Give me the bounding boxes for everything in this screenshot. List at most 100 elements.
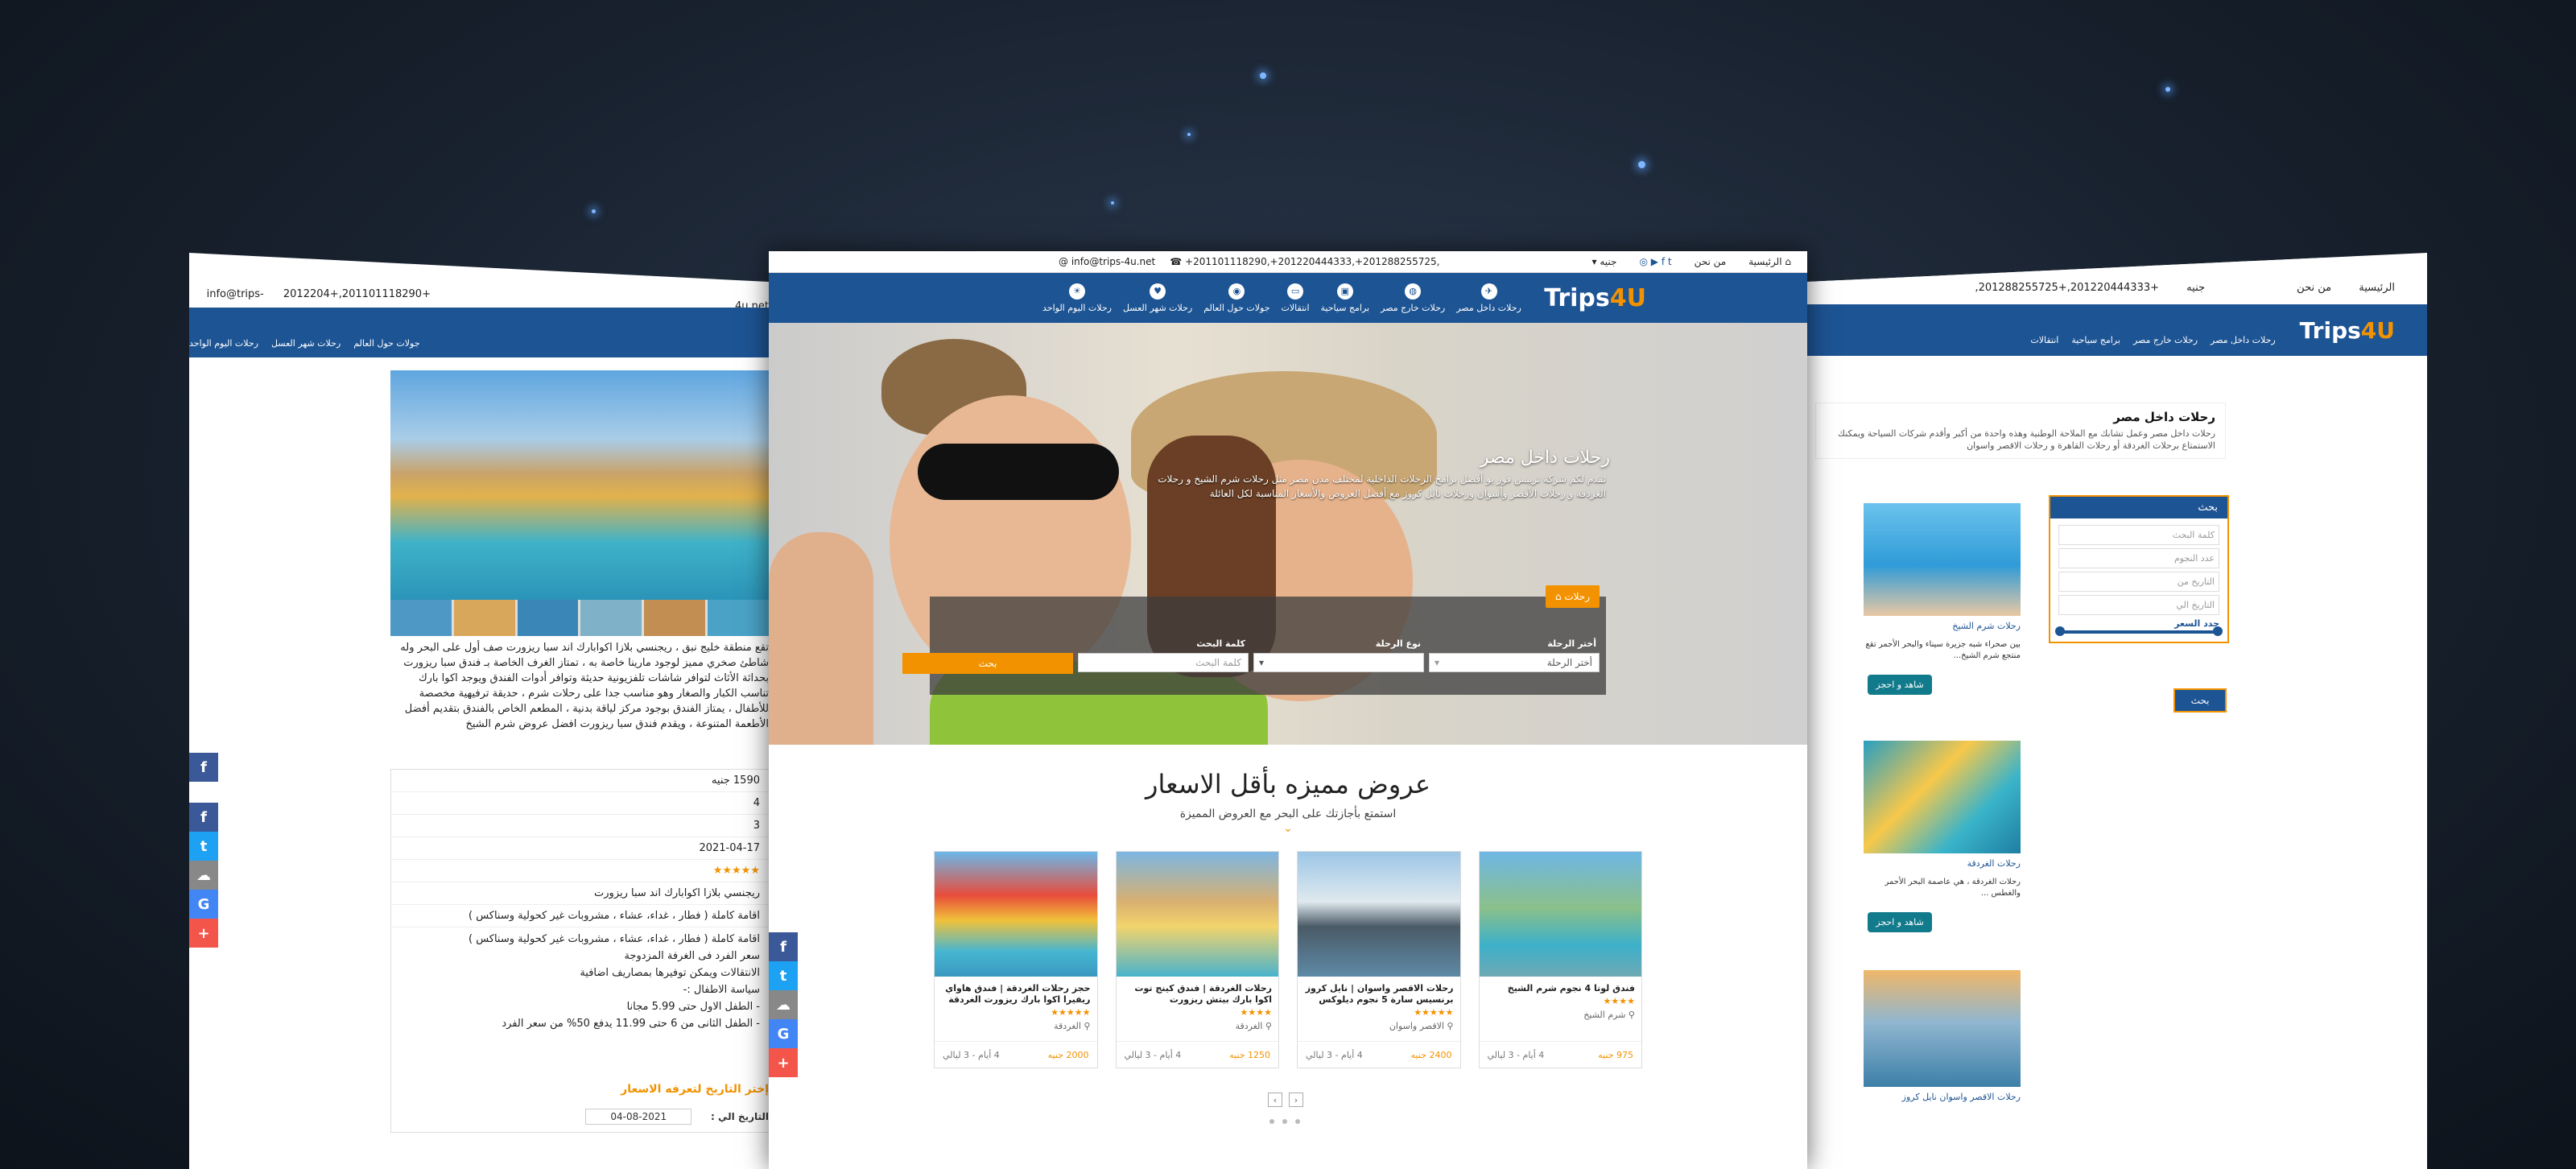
offer-location: ⚲ شرم الشيخ xyxy=(1583,1010,1635,1020)
date-to-input[interactable]: التاريخ الي xyxy=(2058,595,2219,615)
facebook-share-icon[interactable]: f xyxy=(769,932,798,961)
offer-price: 1250 جنيه xyxy=(1229,1049,1270,1060)
bullet: - الطفل الثانى من 6 حتى 11.99 يدفع 50% م… xyxy=(502,1018,760,1030)
destination-item[interactable]: رحلات شرم الشيخ بين صحراء شبه جزيرة سينا… xyxy=(1864,503,2021,721)
facebook-share-icon[interactable]: f xyxy=(189,803,218,832)
right-phones: +201220444333,+201288255725, xyxy=(1975,282,2160,294)
offer-price: 2000 جنيه xyxy=(1047,1049,1089,1060)
left-nav-item[interactable]: رحلات اليوم الواحد xyxy=(189,338,258,357)
keyword-label: كلمة البحث xyxy=(1196,638,1245,649)
offer-image xyxy=(1479,852,1641,977)
nav-item-honeymoon[interactable]: ♥ رحلات شهر العسل xyxy=(1123,283,1192,313)
destination-item[interactable]: رحلات الغردقة رحلات الغردقة ، هي عاصمة ا… xyxy=(1864,741,2021,958)
nav-item-tour-programs[interactable]: ▣ برامج سياحية xyxy=(1321,283,1369,313)
offer-stars: ★★★★ xyxy=(1603,996,1635,1006)
youtube-icon[interactable]: ▶ xyxy=(1651,256,1658,267)
instagram-icon[interactable]: ◎ xyxy=(1639,256,1647,267)
currency-dropdown[interactable]: جنيه ▾ xyxy=(1592,256,1617,267)
destination-title[interactable]: رحلات شرم الشيخ xyxy=(1864,621,2021,631)
search-keyword-input[interactable]: كلمة البحث xyxy=(2058,525,2219,545)
nav-item-transfers[interactable]: ▭ انتقالات xyxy=(1282,283,1310,313)
date-input[interactable]: 2021-08-04 xyxy=(585,1109,692,1125)
hotel-thumbnails[interactable] xyxy=(390,600,769,636)
stars-select[interactable]: عدد النجوم xyxy=(2058,548,2219,568)
offer-image xyxy=(1298,852,1460,977)
trip-select[interactable]: أختر الرحلة ▾ xyxy=(1429,653,1600,672)
phone-contact[interactable]: ☎ +201101118290,+201220444333,+201288255… xyxy=(1170,256,1439,267)
nav-menu: ✈ رحلات داخل مصر ◍ رحلات خارج مصر ▣ برامج س… xyxy=(1042,283,1521,313)
print-share-icon[interactable]: ☁ xyxy=(769,990,798,1019)
offer-location: ⚲ الاقصر واسوان xyxy=(1389,1021,1454,1031)
nav-item-world-tours[interactable]: ◉ جولات حول العالم xyxy=(1203,283,1270,313)
offer-duration: 4 أيام - 3 ليالي xyxy=(943,1049,1000,1060)
offer-title[interactable]: رحلات الغردقة | فندق كينج توت اكوا بارك … xyxy=(1117,977,1279,1007)
right-logo[interactable]: Trips4U xyxy=(2300,317,2395,344)
search-sidebar: بحث كلمة البحث عدد النجوم التاريخ من الت… xyxy=(2049,495,2229,643)
google-share-icon[interactable]: G xyxy=(769,1019,798,1048)
destination-title[interactable]: رحلات الاقصر واسوان نايل كروز xyxy=(1864,1092,2021,1102)
right-home-link[interactable]: الرئيسية xyxy=(2359,282,2395,294)
bullet: سعر الفرد فى الغرفة المزدوجة xyxy=(624,950,760,962)
star-decoration xyxy=(1111,201,1114,204)
google-share-icon[interactable]: G xyxy=(189,890,218,919)
offer-price: 975 جنيه xyxy=(1598,1049,1633,1060)
right-page-panel: الرئيسية من نحن جنيه +201220444333,+2012… xyxy=(1807,253,2427,1169)
star-decoration xyxy=(1638,161,1645,168)
facebook-share-icon[interactable]: f xyxy=(189,753,218,782)
main-page: ⌂ الرئيسية من نحن f t ▶ ◎ جنيه ▾ @ info@… xyxy=(769,251,1807,1169)
twitter-share-icon[interactable]: t xyxy=(189,832,218,861)
email-contact[interactable]: @ info@trips-4u.net xyxy=(1059,256,1155,267)
trips-tab[interactable]: ⌂ رحلات xyxy=(1545,585,1600,608)
facebook-icon[interactable]: f xyxy=(1662,256,1665,267)
twitter-icon[interactable]: t xyxy=(1668,256,1672,267)
carousel-dots[interactable] xyxy=(1269,1119,1300,1124)
right-nav-item[interactable]: برامج سياحية xyxy=(2071,335,2120,345)
destination-image xyxy=(1864,503,2021,616)
breadcrumb-home[interactable]: الرئيسية xyxy=(2203,342,2234,353)
trip-type-select[interactable]: ▾ xyxy=(1253,653,1424,672)
offer-card[interactable]: حجز رحلات الغردقة | فندق هاواي ريفيرا اك… xyxy=(934,851,1098,1068)
chevron-left-icon[interactable]: ‹ xyxy=(1268,1093,1282,1107)
offer-card[interactable]: رحلات الاقصر واسوان | نايل كروز برنسيس س… xyxy=(1297,851,1461,1068)
nav-item-egypt-trips[interactable]: ✈ رحلات داخل مصر xyxy=(1456,283,1521,313)
offer-title[interactable]: رحلات الاقصر واسوان | نايل كروز برنسيس س… xyxy=(1298,977,1460,1007)
offer-location: ⚲ الغردقة xyxy=(1054,1021,1091,1031)
nav-item-abroad-trips[interactable]: ◍ رحلات خارج مصر xyxy=(1381,283,1445,313)
star-decoration xyxy=(1260,72,1266,79)
bullet: الانتقالات ويمكن توفيرها بمصاريف اضافية xyxy=(580,967,760,979)
left-nav-item[interactable]: جولات حول العالم xyxy=(353,338,419,357)
home-link[interactable]: ⌂ الرئيسية xyxy=(1748,256,1791,267)
book-button[interactable]: شاهد و احجز xyxy=(1868,912,1932,932)
search-button[interactable]: بحث xyxy=(902,653,1073,674)
keyword-input[interactable]: كلمة البحث xyxy=(1078,653,1249,672)
more-share-icon[interactable]: + xyxy=(769,1048,798,1077)
hero-banner: رحلات داخل مصر تقدم لكم شركة تريبس فور ي… xyxy=(769,323,1807,745)
nav-item-day-trips[interactable]: ☀ رحلات اليوم الواحد xyxy=(1042,283,1112,313)
destination-title[interactable]: رحلات الغردقة xyxy=(1864,858,2021,869)
destination-item[interactable]: رحلات الاقصر واسوان نايل كروز xyxy=(1864,970,2021,1131)
offer-footer: 2400 جنيه 4 أيام - 3 ليالي xyxy=(1298,1041,1460,1068)
breadcrumb: الرئيسية / رحلات داخل مصر xyxy=(2129,342,2234,353)
site-logo[interactable]: Trips4U xyxy=(1544,284,1646,312)
print-share-icon[interactable]: ☁ xyxy=(189,861,218,890)
twitter-share-icon[interactable]: t xyxy=(769,961,798,990)
price-range-slider[interactable] xyxy=(2055,626,2223,636)
left-nav-item[interactable]: رحلات شهر العسل xyxy=(271,338,341,357)
more-share-icon[interactable]: + xyxy=(189,919,218,948)
offers-title: عروض مميزه بأقل الاسعار xyxy=(1146,769,1430,799)
offer-card[interactable]: رحلات الغردقة | فندق كينج توت اكوا بارك … xyxy=(1115,851,1279,1068)
trip-type-label: نوع الرحلة xyxy=(1375,638,1421,649)
offer-card[interactable]: فندق لوتا 4 نجوم شرم الشيخ ★★★★ ⚲ شرم ال… xyxy=(1478,851,1642,1068)
right-nav-item[interactable]: انتقالات xyxy=(2030,335,2058,345)
about-link[interactable]: من نحن xyxy=(1695,256,1727,267)
right-currency[interactable]: جنيه xyxy=(2186,282,2205,294)
book-button[interactable]: شاهد و احجز xyxy=(1868,675,1932,695)
chevron-right-icon[interactable]: › xyxy=(1289,1093,1303,1107)
sidebar-search-button[interactable]: بحث xyxy=(2174,688,2227,713)
hotel-rating: ★★★★★ xyxy=(391,860,769,882)
offer-title[interactable]: فندق لوتا 4 نجوم شرم الشيخ xyxy=(1480,977,1642,996)
offer-title[interactable]: حجز رحلات الغردقة | فندق هاواي ريفيرا اك… xyxy=(935,977,1097,1007)
right-about-link[interactable]: من نحن xyxy=(2297,282,2331,294)
social-icons: f t ▶ ◎ xyxy=(1639,256,1671,267)
date-from-input[interactable]: التاريخ من xyxy=(2058,572,2219,592)
